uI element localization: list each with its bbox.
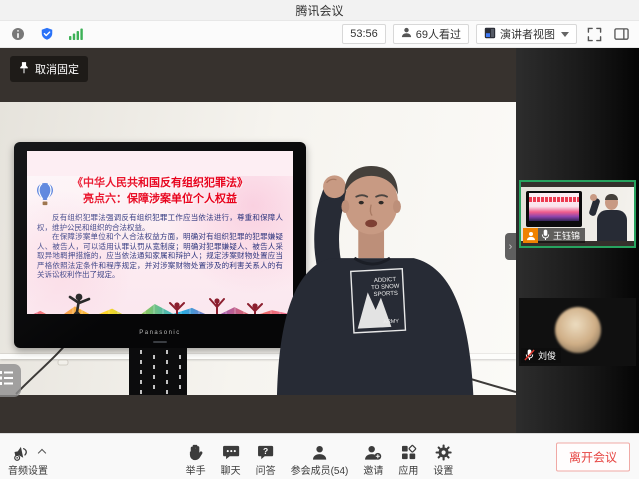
- fullscreen-icon[interactable]: [584, 24, 604, 44]
- main-video-stage: 《中华人民共和国反有组织犯罪法》 亮点六：保障涉案单位个人权益 反有组织犯罪法强…: [0, 48, 516, 433]
- chevron-up-icon[interactable]: [37, 448, 45, 456]
- chat-button[interactable]: 聊天: [221, 438, 241, 477]
- participant-video-wangyujin[interactable]: 王钰锦: [519, 180, 636, 248]
- slide-paragraph: 反有组织犯罪法强调反有组织犯罪工作应当依法进行，尊重和保障人权，维护公民和组织的…: [37, 213, 283, 232]
- chat-label: 聊天: [221, 462, 241, 477]
- side-panel-icon[interactable]: [611, 24, 631, 44]
- leave-meeting-button[interactable]: 离开会议: [556, 442, 630, 471]
- speaker-icon: [12, 442, 34, 461]
- viewers-label: 69人看过: [416, 26, 461, 42]
- participant-video-liujun[interactable]: 刘俊: [519, 298, 636, 366]
- slide-decoration-bars: [27, 301, 293, 314]
- slide-subtitle: 亮点六：保障涉案单位个人权益: [33, 192, 287, 207]
- qa-icon: ?: [257, 442, 274, 461]
- slide-title: 《中华人民共和国反有组织犯罪法》: [33, 176, 287, 191]
- audio-settings-label: 音频设置: [8, 462, 48, 477]
- viewers-icon: [401, 27, 412, 41]
- security-shield-icon[interactable]: [37, 24, 57, 44]
- view-mode-label: 演讲者视图: [500, 26, 555, 42]
- invite-label: 邀请: [363, 462, 383, 477]
- apps-icon: [400, 442, 417, 461]
- participant-name: 王钰锦: [553, 229, 580, 242]
- participants-label: 参会成员(54): [291, 462, 349, 477]
- unpin-label: 取消固定: [35, 61, 79, 77]
- mini-tv: [526, 191, 582, 227]
- meeting-toolbar: 53:56 69人看过 演讲者视图: [0, 21, 639, 48]
- raise-hand-icon: [187, 442, 204, 461]
- participants-icon: [311, 442, 328, 461]
- participants-button[interactable]: 参会成员(54): [291, 438, 349, 477]
- list-icon: [0, 370, 15, 391]
- tv-stand: [129, 348, 187, 395]
- tv-screen: 《中华人民共和国反有组织犯罪法》 亮点六：保障涉案单位个人权益 反有组织犯罪法强…: [27, 151, 293, 314]
- shirt-text: ADDICT: [374, 277, 397, 284]
- tv: 《中华人民共和国反有组织犯罪法》 亮点六：保障涉案单位个人权益 反有组织犯罪法强…: [14, 142, 306, 348]
- raise-hand-button[interactable]: 举手: [186, 438, 206, 477]
- pin-icon: [19, 61, 29, 77]
- slide-paragraph: 在保障涉案单位和个人合法权益方面，明确对有组织犯罪的犯罪嫌疑人、被告人，可以适用…: [37, 232, 283, 280]
- slide-body: 反有组织犯罪法强调反有组织犯罪工作应当依法进行，尊重和保障人权，维护公民和组织的…: [37, 213, 283, 280]
- raise-hand-label: 举手: [186, 462, 206, 477]
- audio-settings-button[interactable]: 音频设置: [8, 438, 48, 477]
- view-mode-icon: [484, 27, 496, 42]
- apps-button[interactable]: 应用: [398, 438, 418, 477]
- tv-brand-logo: Panasonic: [14, 330, 306, 336]
- mic-muted-icon: [524, 349, 535, 363]
- window-titlebar: 腾讯会议: [0, 0, 639, 21]
- invite-icon: [364, 442, 382, 461]
- mic-icon: [541, 229, 550, 243]
- view-mode-button[interactable]: 演讲者视图: [476, 24, 577, 44]
- viewers-count-button[interactable]: 69人看过: [393, 24, 469, 44]
- window-title: 腾讯会议: [295, 2, 343, 19]
- presenter-video: 《中华人民共和国反有组织犯罪法》 亮点六：保障涉案单位个人权益 反有组织犯罪法强…: [0, 102, 516, 395]
- settings-gear-icon: [435, 442, 452, 461]
- meeting-info-icon[interactable]: [8, 24, 28, 44]
- avatar: [555, 307, 601, 353]
- chevron-right-icon: ›: [509, 241, 513, 253]
- settings-label: 设置: [433, 462, 453, 477]
- bottom-control-bar: 音频设置 举手 聊天 ? 问答: [0, 433, 639, 479]
- presentation-slide: 《中华人民共和国反有组织犯罪法》 亮点六：保障涉案单位个人权益 反有组织犯罪法强…: [27, 176, 293, 314]
- chevron-down-icon: [561, 32, 569, 37]
- hot-air-balloon-graphic: [35, 182, 55, 213]
- participant-name: 刘俊: [538, 349, 556, 362]
- participants-sidebar: ›: [516, 48, 639, 433]
- tv-led: [153, 341, 167, 343]
- host-badge-icon: [523, 228, 538, 243]
- qa-button[interactable]: ? 问答: [256, 438, 276, 477]
- svg-text:?: ?: [263, 445, 268, 455]
- meeting-content: 《中华人民共和国反有组织犯罪法》 亮点六：保障涉案单位个人权益 反有组织犯罪法强…: [0, 48, 639, 433]
- sidebar-collapse-button[interactable]: ›: [505, 233, 516, 260]
- shirt-text: ARMY: [383, 319, 399, 326]
- unpin-button[interactable]: 取消固定: [10, 56, 88, 82]
- chat-icon: [222, 442, 240, 461]
- network-signal-icon[interactable]: [66, 24, 86, 44]
- qa-label: 问答: [256, 462, 276, 477]
- presenter-person: ADDICT TO SNOW SPORTS ARMY: [268, 159, 514, 395]
- settings-button[interactable]: 设置: [433, 438, 453, 477]
- meeting-window: 腾讯会议 53:56 69人看过: [0, 0, 639, 479]
- shirt-text: SPORTS: [373, 291, 398, 298]
- floating-list-button[interactable]: [0, 364, 21, 397]
- meeting-duration: 53:56: [342, 24, 386, 44]
- apps-label: 应用: [398, 462, 418, 477]
- invite-button[interactable]: 邀请: [363, 438, 383, 477]
